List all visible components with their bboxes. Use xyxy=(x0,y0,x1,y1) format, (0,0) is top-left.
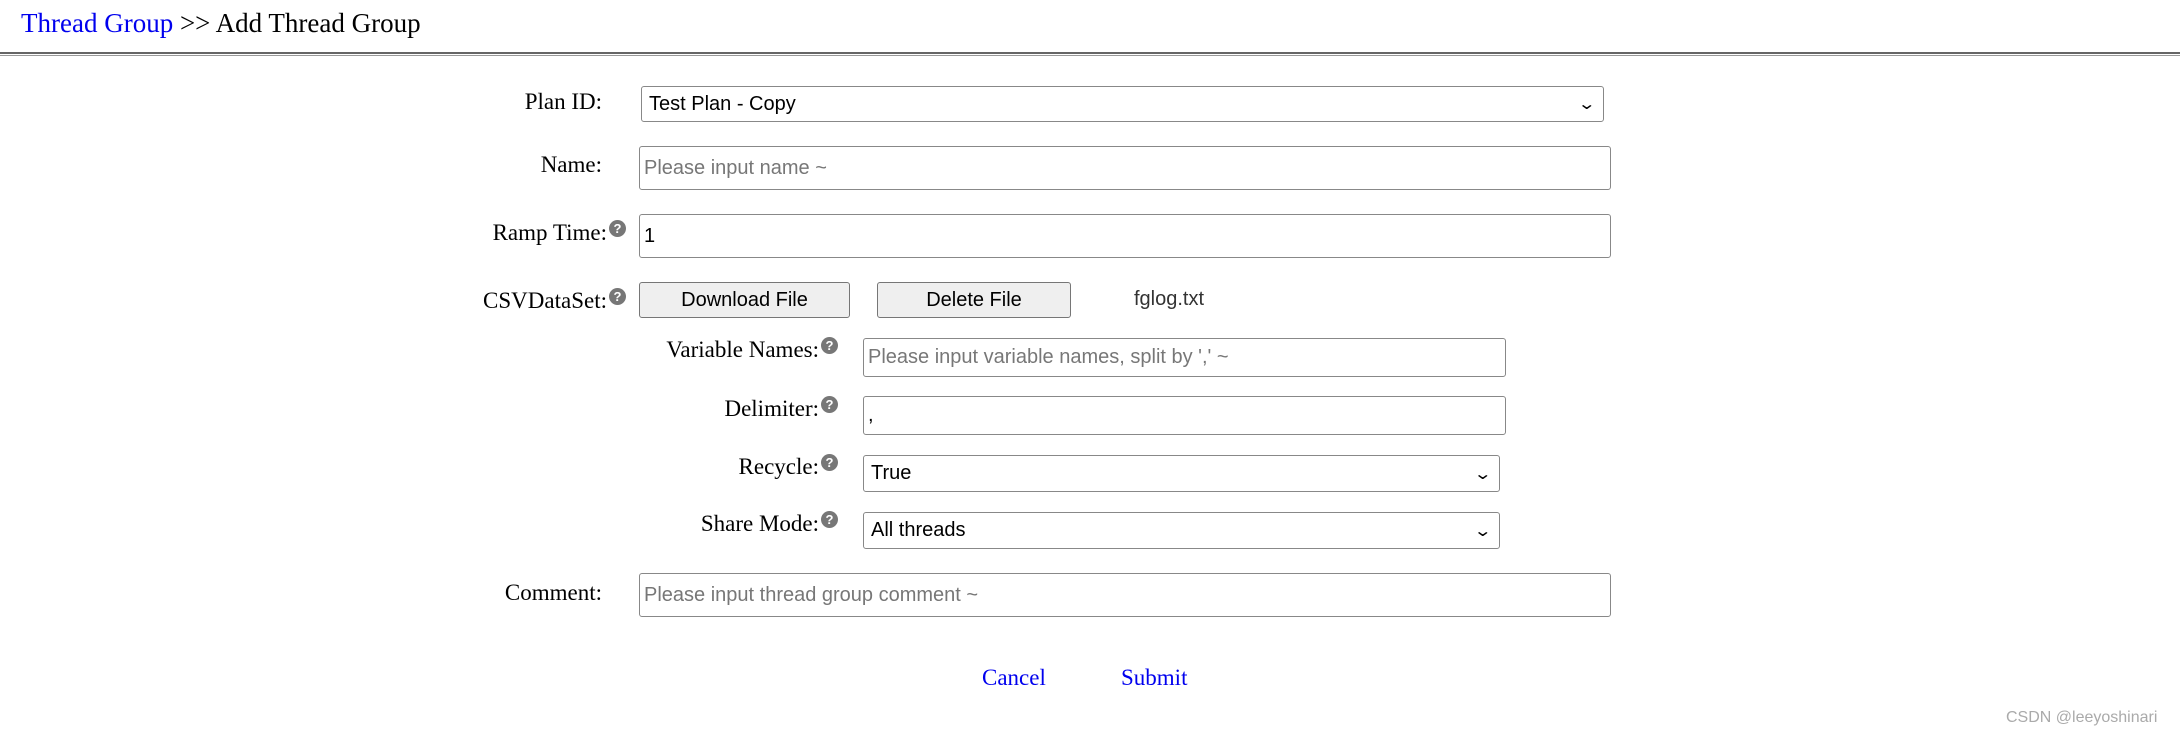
help-icon[interactable]: ? xyxy=(821,511,838,528)
plan-id-select[interactable]: Test Plan - Copy ⌄ xyxy=(641,86,1604,122)
share-mode-label: Share Mode:? xyxy=(701,511,838,537)
chevron-down-icon: ⌄ xyxy=(1576,96,1596,113)
help-icon[interactable]: ? xyxy=(821,454,838,471)
help-icon[interactable]: ? xyxy=(821,337,838,354)
delimiter-value: , xyxy=(868,404,874,426)
delimiter-label-text: Delimiter: xyxy=(724,396,819,421)
variable-names-input[interactable]: Please input variable names, split by ',… xyxy=(863,338,1506,377)
watermark: CSDN @leeyoshinari xyxy=(2006,709,2158,726)
delimiter-input[interactable]: , xyxy=(863,396,1506,435)
cancel-link[interactable]: Cancel xyxy=(982,665,1046,691)
name-input[interactable]: Please input name ~ xyxy=(639,146,1611,190)
ramp-time-value: 1 xyxy=(644,224,656,247)
comment-input[interactable]: Please input thread group comment ~ xyxy=(639,573,1611,617)
variable-names-label-text: Variable Names: xyxy=(666,337,819,362)
delete-file-button[interactable]: Delete File xyxy=(877,282,1071,318)
breadcrumb-thread-group-link[interactable]: Thread Group xyxy=(21,8,173,38)
comment-placeholder: Please input thread group comment ~ xyxy=(644,583,979,606)
variable-names-placeholder: Please input variable names, split by ',… xyxy=(868,346,1229,368)
chevron-down-icon: ⌄ xyxy=(1472,522,1492,540)
help-icon[interactable]: ? xyxy=(609,288,626,305)
help-icon[interactable]: ? xyxy=(609,220,626,237)
share-mode-label-text: Share Mode: xyxy=(700,511,819,536)
breadcrumb-separator: >> xyxy=(173,8,216,38)
plan-id-value: Test Plan - Copy xyxy=(649,92,796,115)
ramp-time-input[interactable]: 1 xyxy=(639,214,1611,258)
ramp-time-label-text: Ramp Time: xyxy=(492,220,607,245)
variable-names-label: Variable Names:? xyxy=(666,337,838,363)
share-mode-value: All threads xyxy=(871,519,966,541)
recycle-label-text: Recycle: xyxy=(738,454,819,479)
page-title: Add Thread Group xyxy=(215,8,421,38)
delimiter-label: Delimiter:? xyxy=(724,396,838,422)
recycle-label: Recycle:? xyxy=(739,454,838,480)
breadcrumb: Thread Group >> Add Thread Group xyxy=(21,8,421,39)
recycle-value: True xyxy=(871,462,912,484)
csv-file-name: fglog.txt xyxy=(1134,288,1205,310)
plan-id-label: Plan ID: xyxy=(524,89,602,114)
download-file-button[interactable]: Download File xyxy=(639,282,850,318)
name-placeholder: Please input name ~ xyxy=(644,156,827,179)
csv-dataset-label: CSVDataSet:? xyxy=(483,288,626,314)
recycle-select[interactable]: True ⌄ xyxy=(863,455,1500,492)
chevron-down-icon: ⌄ xyxy=(1472,465,1492,483)
comment-label: Comment: xyxy=(504,580,602,605)
name-label: Name: xyxy=(540,152,602,177)
help-icon[interactable]: ? xyxy=(821,396,838,413)
submit-link[interactable]: Submit xyxy=(1121,665,1187,691)
share-mode-select[interactable]: All threads ⌄ xyxy=(863,512,1500,549)
ramp-time-label: Ramp Time:? xyxy=(493,220,626,246)
header-divider xyxy=(0,52,2180,56)
csv-dataset-label-text: CSVDataSet: xyxy=(483,288,607,313)
